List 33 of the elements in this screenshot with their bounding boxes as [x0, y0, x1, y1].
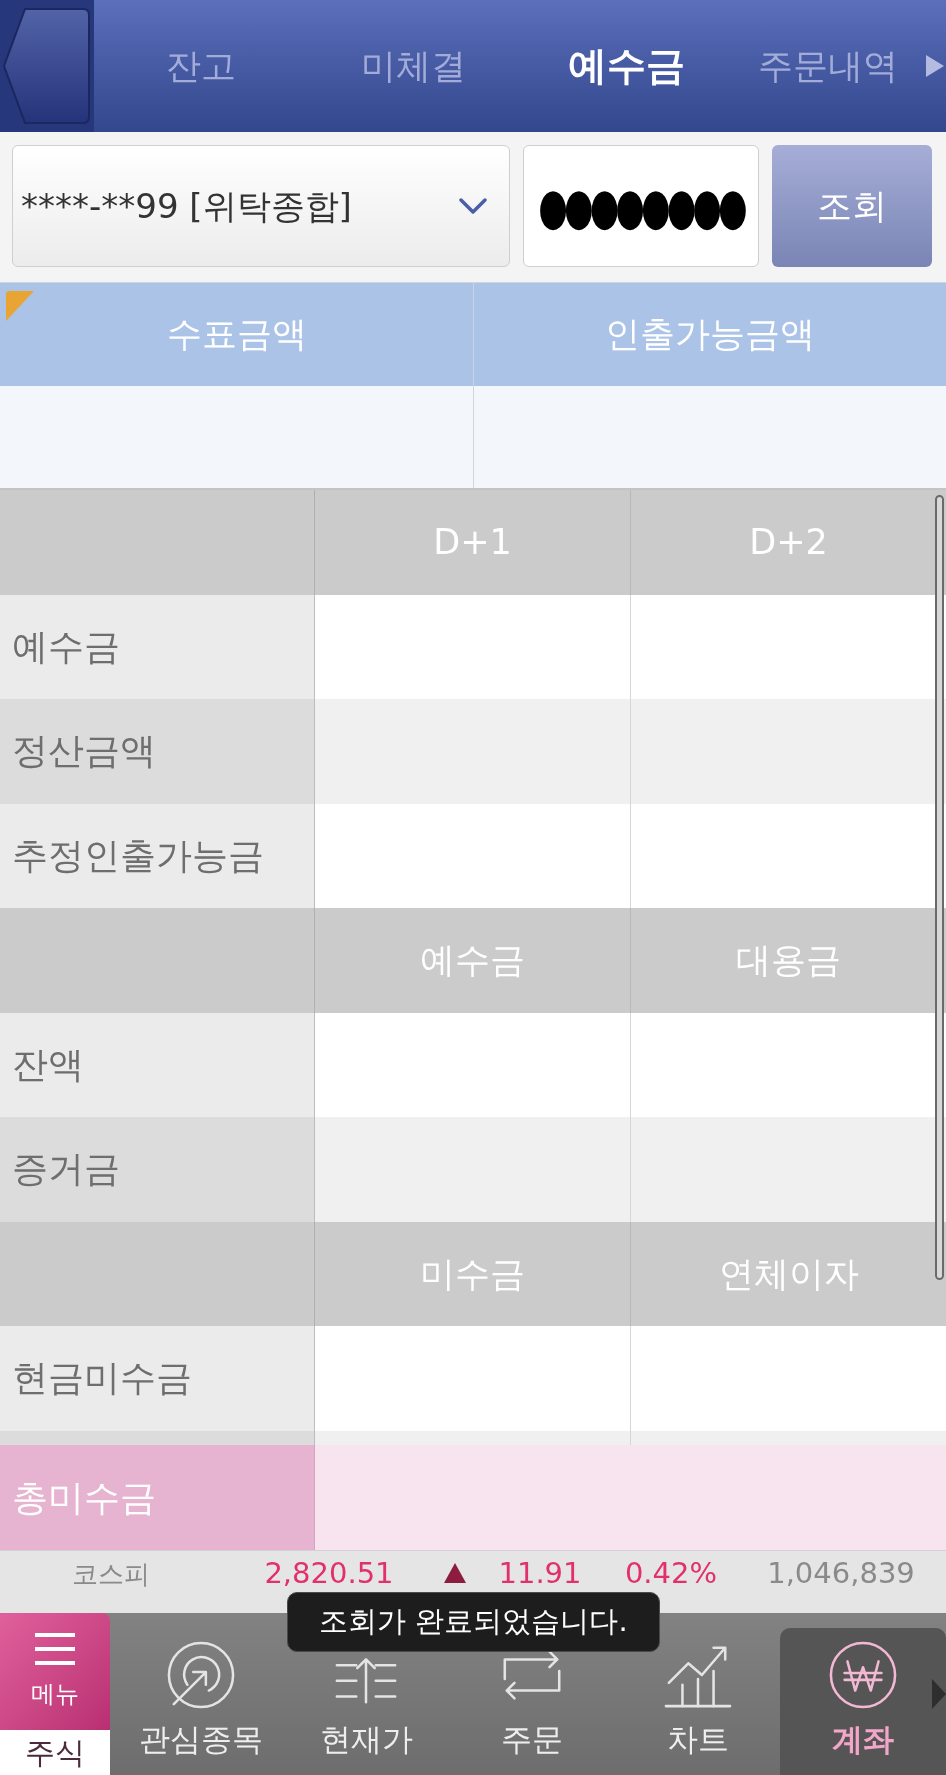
account-dropdown[interactable]: ****-**99 [위탁종합] — [12, 145, 510, 267]
search-button[interactable]: 조회 — [772, 145, 932, 267]
nav-item[interactable]: 관심종목 — [118, 1628, 284, 1775]
tab[interactable]: 예수금 — [520, 0, 733, 132]
row-label: 증거금 — [0, 1117, 315, 1222]
row-label: 현금미수금 — [0, 1326, 315, 1431]
row-label: 정산금액 — [0, 699, 315, 804]
nav-item[interactable]: 계좌 — [780, 1628, 946, 1775]
index-volume: 1,046,839 — [766, 1556, 916, 1590]
row-label: 예수금 — [0, 594, 315, 699]
row-label: 추정인출가능금 — [0, 803, 315, 908]
chevron-down-icon — [459, 198, 487, 214]
menu-button[interactable]: 메뉴 — [0, 1613, 110, 1730]
right-arrow-icon[interactable] — [925, 55, 944, 77]
index-name: 코스피 — [71, 1559, 151, 1589]
index-percent: 0.42% — [623, 1556, 719, 1590]
corner-triangle-icon — [6, 291, 34, 321]
index-value: 2,820.51 — [263, 1556, 395, 1590]
password-field[interactable]: ●●●●●●●● — [523, 145, 759, 267]
tab[interactable]: 미체결 — [307, 0, 520, 132]
row-label: 총미수금 — [0, 1445, 315, 1550]
back-button[interactable] — [0, 0, 94, 132]
back-arrow-icon — [3, 7, 91, 125]
category-label[interactable]: 주식 — [0, 1730, 110, 1775]
won-coin-icon — [828, 1640, 899, 1710]
completion-toast: 조회가 완료되었습니다. — [287, 1592, 660, 1652]
row-label: 잔액 — [0, 1012, 315, 1117]
tab[interactable]: 잔고 — [94, 0, 307, 132]
right-arrow-icon[interactable] — [932, 1679, 946, 1709]
menu-icon — [33, 1631, 77, 1666]
index-change: 11.91 — [497, 1556, 583, 1590]
column-header: 인출가능금액 — [604, 313, 816, 357]
tab[interactable]: 주문내역 — [733, 0, 923, 132]
